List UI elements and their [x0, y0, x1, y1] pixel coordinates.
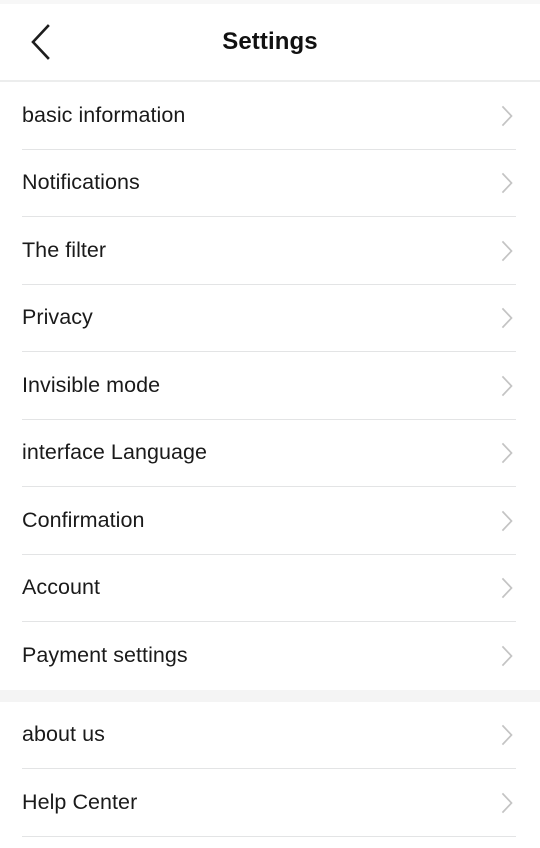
settings-row-the-filter[interactable]: The filter: [0, 217, 540, 285]
row-label: The filter: [22, 238, 107, 262]
settings-row-account[interactable]: Account: [0, 554, 540, 622]
app-header: Settings: [0, 4, 540, 82]
back-button[interactable]: [12, 14, 68, 70]
row-label: Help Center: [22, 790, 138, 814]
settings-row-help-center[interactable]: Help Center: [0, 769, 540, 837]
row-label: interface Language: [22, 441, 207, 465]
row-label: Notifications: [22, 171, 140, 195]
settings-row-invisible-mode[interactable]: Invisible mode: [0, 352, 540, 420]
chevron-right-icon: [499, 577, 515, 599]
row-label: about us: [22, 723, 105, 747]
primary-settings-group: basic information Notifications The filt…: [0, 82, 540, 690]
chevron-right-icon: [499, 510, 515, 532]
chevron-left-icon: [27, 22, 53, 62]
chevron-right-icon: [499, 307, 515, 329]
row-label: Invisible mode: [22, 373, 161, 397]
chevron-right-icon: [499, 645, 515, 667]
row-label: Payment settings: [22, 643, 188, 667]
settings-row-privacy[interactable]: Privacy: [0, 284, 540, 352]
settings-list: basic information Notifications The filt…: [0, 82, 540, 848]
chevron-right-icon: [499, 240, 515, 262]
group-separator: [0, 689, 540, 702]
settings-row-confirmation[interactable]: Confirmation: [0, 487, 540, 555]
chevron-right-icon: [499, 105, 515, 127]
chevron-right-icon: [499, 442, 515, 464]
support-group: about us Help Center: [0, 701, 540, 837]
row-label: Account: [22, 576, 101, 600]
settings-screen: Settings basic information Notifications: [0, 0, 540, 848]
settings-row-interface-language[interactable]: interface Language: [0, 419, 540, 487]
row-label: Privacy: [22, 306, 93, 330]
chevron-right-icon: [499, 172, 515, 194]
settings-row-about-us[interactable]: about us: [0, 701, 540, 769]
row-label: Confirmation: [22, 508, 145, 532]
row-label: basic information: [22, 103, 186, 127]
settings-row-basic-information[interactable]: basic information: [0, 82, 540, 150]
chevron-right-icon: [499, 724, 515, 746]
settings-row-notifications[interactable]: Notifications: [0, 149, 540, 217]
chevron-right-icon: [499, 375, 515, 397]
chevron-right-icon: [499, 792, 515, 814]
page-title: Settings: [222, 28, 318, 55]
settings-row-payment-settings[interactable]: Payment settings: [0, 622, 540, 690]
